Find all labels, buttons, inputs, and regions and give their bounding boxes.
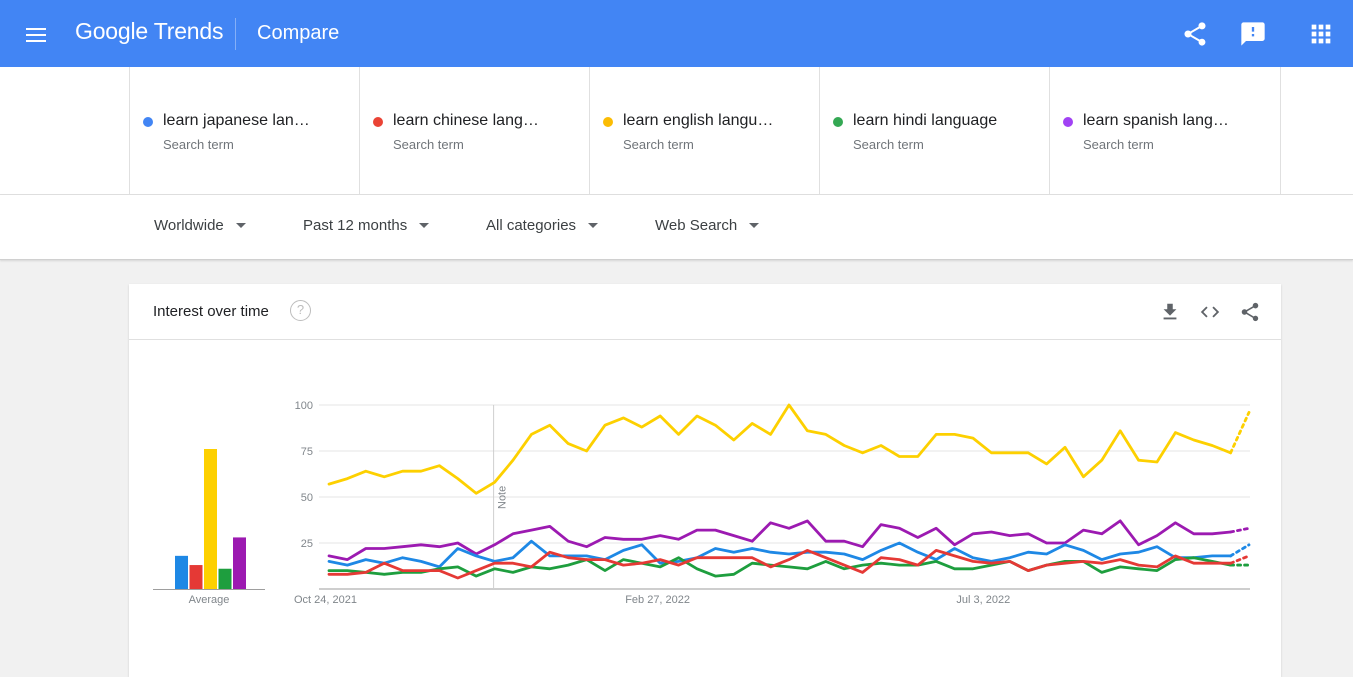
- series-partial-japanese: [1229, 543, 1251, 558]
- term-divider: [1280, 67, 1281, 194]
- top-app-bar: Google Trends Compare: [0, 0, 1353, 67]
- term-card-chinese[interactable]: learn chinese lang… Search term: [359, 67, 590, 194]
- term-name: learn english langu…: [623, 112, 774, 129]
- dropdown-arrow-icon: [588, 222, 599, 228]
- header-divider: [235, 18, 236, 50]
- search-terms-bar: learn japanese lan… Search term learn ch…: [0, 67, 1353, 195]
- interest-over-time-card: Interest over time ? 25 50 75 100 Note Oct 24…: [129, 284, 1281, 677]
- term-type: Search term: [163, 137, 234, 152]
- filter-bar: Worldwide Past 12 months All categories …: [0, 195, 1353, 260]
- google-trends-logo[interactable]: Google Trends: [75, 18, 223, 45]
- note-label[interactable]: Note: [497, 486, 509, 509]
- series-color-dot: [833, 117, 843, 127]
- series-color-dot: [1063, 117, 1073, 127]
- average-bar-japanese[interactable]: [175, 555, 188, 589]
- term-card-hindi[interactable]: learn hindi language Search term: [819, 67, 1050, 194]
- series-partial-spanish: [1229, 526, 1251, 534]
- apps-icon[interactable]: [1307, 20, 1335, 48]
- term-card-english[interactable]: learn english langu… Search term: [589, 67, 820, 194]
- average-label: Average: [189, 594, 230, 606]
- term-type: Search term: [853, 137, 924, 152]
- time-range-dropdown[interactable]: Past 12 months: [303, 217, 430, 234]
- page-title: Compare: [257, 22, 340, 44]
- average-bar-english[interactable]: [204, 449, 217, 589]
- region-dropdown[interactable]: Worldwide: [154, 217, 246, 234]
- term-card-spanish[interactable]: learn spanish lang… Search term: [1049, 67, 1280, 194]
- series-color-dot: [143, 117, 153, 127]
- category-dropdown[interactable]: All categories: [486, 217, 599, 234]
- term-type: Search term: [393, 137, 464, 152]
- average-bar-chinese[interactable]: [189, 565, 203, 589]
- term-name: learn japanese lan…: [163, 112, 310, 129]
- region-value: Worldwide: [154, 217, 224, 234]
- y-tick-label: 25: [301, 538, 313, 550]
- category-value: All categories: [486, 217, 577, 234]
- dropdown-arrow-icon: [235, 222, 246, 228]
- term-name: learn spanish lang…: [1083, 112, 1229, 129]
- series-line-chinese[interactable]: [327, 549, 1232, 580]
- interest-over-time-chart: 25 50 75 100 Note Oct 24, 2021 Feb 27, 2022 Jul…: [153, 400, 1251, 606]
- x-tick-label: Jul 3, 2022: [956, 594, 1010, 606]
- share-icon[interactable]: [1181, 20, 1209, 48]
- time-range-value: Past 12 months: [303, 217, 408, 234]
- term-type: Search term: [623, 137, 694, 152]
- series-partial-chinese: [1229, 554, 1251, 565]
- average-bar-spanish[interactable]: [233, 537, 246, 589]
- dropdown-arrow-icon: [419, 222, 430, 228]
- x-tick-label: Oct 24, 2021: [294, 594, 357, 606]
- average-bar-hindi[interactable]: [218, 568, 232, 589]
- term-type: Search term: [1083, 137, 1154, 152]
- search-type-dropdown[interactable]: Web Search: [655, 217, 760, 234]
- series-color-dot: [373, 117, 383, 127]
- series-color-dot: [603, 117, 613, 127]
- menu-icon[interactable]: [22, 21, 50, 49]
- y-tick-label: 75: [301, 446, 313, 458]
- dropdown-arrow-icon: [749, 222, 760, 228]
- y-tick-label: 100: [295, 400, 313, 412]
- series-partial-english: [1229, 410, 1251, 455]
- series-line-hindi[interactable]: [327, 556, 1232, 578]
- y-tick-label: 50: [301, 492, 313, 504]
- x-tick-label: Feb 27, 2022: [625, 594, 690, 606]
- term-name: learn chinese lang…: [393, 112, 539, 129]
- series-line-english[interactable]: [327, 403, 1232, 495]
- term-card-japanese[interactable]: learn japanese lan… Search term: [129, 67, 360, 194]
- search-type-value: Web Search: [655, 217, 738, 234]
- term-name: learn hindi language: [853, 112, 998, 129]
- feedback-icon[interactable]: [1239, 20, 1267, 48]
